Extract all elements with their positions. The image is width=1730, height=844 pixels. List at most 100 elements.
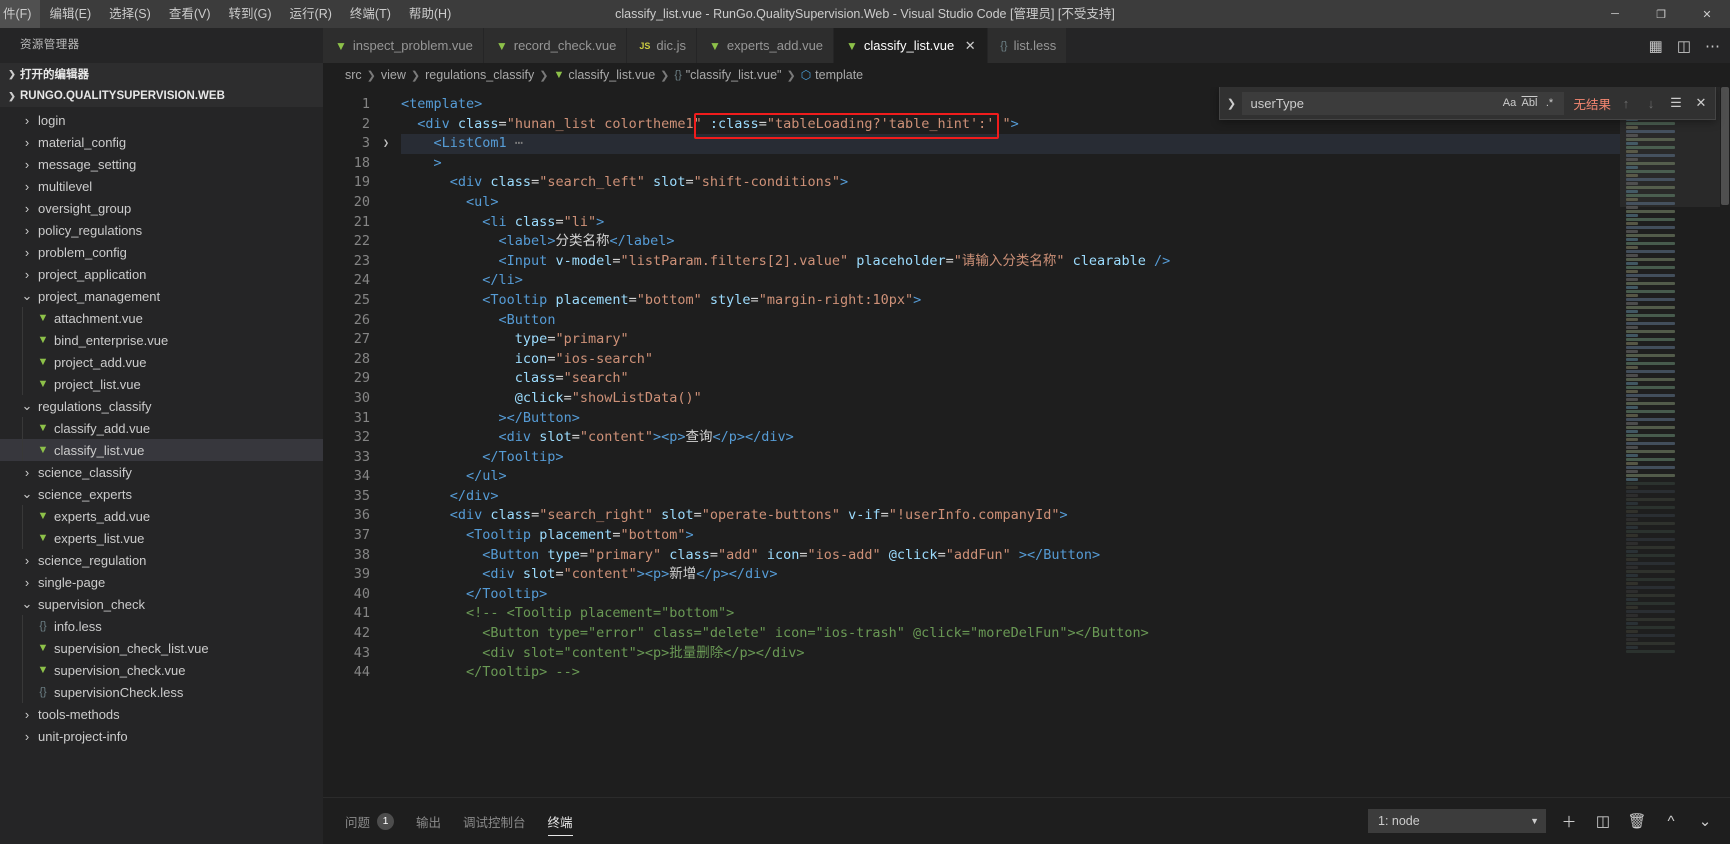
menu-item-4[interactable]: 转到(G) (219, 0, 280, 28)
tree-item-supervision-check[interactable]: ⌄ supervision_check (0, 593, 323, 615)
panel-tab-3[interactable]: 终端 (547, 804, 573, 839)
toggle-replace-icon[interactable]: ❯ (1220, 87, 1242, 120)
tree-item-message-setting[interactable]: › message_setting (0, 153, 323, 175)
breadcrumb-item-1[interactable]: view (381, 68, 406, 82)
tree-item-experts-list-vue[interactable]: ▼ experts_list.vue (0, 527, 323, 549)
tree-item-project-management[interactable]: ⌄ project_management (0, 285, 323, 307)
close-tab-icon[interactable]: ✕ (963, 38, 977, 54)
close-find-button[interactable]: ✕ (1691, 93, 1711, 113)
code-line[interactable]: </Tooltip> --> (401, 663, 1620, 683)
tree-item-bind-enterprise-vue[interactable]: ▼ bind_enterprise.vue (0, 329, 323, 351)
code-line[interactable]: <li class="li"> (401, 213, 1620, 233)
maximize-panel-button[interactable]: ^ (1660, 810, 1682, 832)
panel-tab-0[interactable]: 问题 1 (345, 804, 395, 839)
close-panel-button[interactable]: ⌄ (1694, 810, 1716, 832)
code-line[interactable]: <!-- <Tooltip placement="bottom"> (401, 604, 1620, 624)
tree-item-science-experts[interactable]: ⌄ science_experts (0, 483, 323, 505)
code-line[interactable]: <div slot="content"><p>新增</p></div> (401, 565, 1620, 585)
code-line[interactable]: icon="ios-search" (401, 350, 1620, 370)
editor-scrollbar[interactable] (1720, 87, 1730, 797)
split-terminal-button[interactable]: ◫ (1592, 810, 1614, 832)
breadcrumb-item-0[interactable]: src (345, 68, 362, 82)
tree-item-project-add-vue[interactable]: ▼ project_add.vue (0, 351, 323, 373)
tree-item-unit-project-info[interactable]: › unit-project-info (0, 725, 323, 747)
editor-tab-list-less[interactable]: {} list.less (988, 28, 1068, 63)
code-editor[interactable]: 1 2 3 ❯ 18 19 20 21 22 23 24 25 26 27 28 29 30 31 32 33 34 35… (323, 87, 1730, 797)
code-line[interactable]: ></Button> (401, 409, 1620, 429)
menu-item-6[interactable]: 终端(T) (341, 0, 400, 28)
editor-tab-record-check-vue[interactable]: ▼ record_check.vue (483, 28, 628, 63)
menu-item-7[interactable]: 帮助(H) (400, 0, 460, 28)
more-actions-icon[interactable]: ⋯ (1705, 37, 1720, 55)
split-layout-icon[interactable]: ▦ (1649, 37, 1663, 55)
code-line[interactable]: </Tooltip> (401, 585, 1620, 605)
menu-item-5[interactable]: 运行(R) (281, 0, 341, 28)
code-line[interactable]: <Input v-model="listParam.filters[2].val… (401, 252, 1620, 272)
tree-item-attachment-vue[interactable]: ▼ attachment.vue (0, 307, 323, 329)
tree-item-science-classify[interactable]: › science_classify (0, 461, 323, 483)
code-line[interactable]: <div class="search_right" slot="operate-… (401, 506, 1620, 526)
code-line[interactable]: <ListCom1 ⋯ (379, 134, 1620, 154)
breadcrumb-item-2[interactable]: regulations_classify (425, 68, 534, 82)
tree-item-classify-list-vue[interactable]: ▼ classify_list.vue (0, 439, 323, 461)
code-line[interactable]: <div slot="content"><p>查询</p></div> (401, 428, 1620, 448)
tree-item-single-page[interactable]: › single-page (0, 571, 323, 593)
editor-tab-dic-js[interactable]: JS dic.js (627, 28, 698, 63)
maximize-button[interactable]: ❐ (1638, 0, 1684, 28)
code-line[interactable]: </ul> (401, 467, 1620, 487)
minimize-button[interactable]: ─ (1592, 0, 1638, 28)
menu-item-0[interactable]: 件(F) (0, 0, 41, 28)
open-editors-section[interactable]: ❯ 打开的编辑器 (0, 63, 323, 85)
panel-tab-2[interactable]: 调试控制台 (463, 804, 526, 839)
find-input-container[interactable]: Aa Abl .* (1242, 91, 1565, 115)
code-line[interactable]: <label>分类名称</label> (401, 232, 1620, 252)
tree-item-supervision-check-vue[interactable]: ▼ supervision_check.vue (0, 659, 323, 681)
menu-item-2[interactable]: 选择(S) (100, 0, 160, 28)
code-line[interactable]: <Button (401, 311, 1620, 331)
code-line[interactable]: <ul> (401, 193, 1620, 213)
editor-tab-experts-add-vue[interactable]: ▼ experts_add.vue (697, 28, 835, 63)
tree-item-science-regulation[interactable]: › science_regulation (0, 549, 323, 571)
code-line[interactable]: <Tooltip placement="bottom"> (401, 526, 1620, 546)
find-previous-button[interactable]: ↑ (1616, 93, 1636, 113)
code-line[interactable]: <Button type="primary" class="add" icon=… (401, 546, 1620, 566)
find-in-selection-icon[interactable]: ☰ (1666, 93, 1686, 113)
tree-item-multilevel[interactable]: › multilevel (0, 175, 323, 197)
code-line[interactable]: class="search" (401, 369, 1620, 389)
whole-word-icon[interactable]: Abl (1519, 93, 1539, 113)
code-line[interactable]: <div class="search_left" slot="shift-con… (401, 173, 1620, 193)
tree-item-supervision-check-list-vue[interactable]: ▼ supervision_check_list.vue (0, 637, 323, 659)
tree-item-experts-add-vue[interactable]: ▼ experts_add.vue (0, 505, 323, 527)
tree-item-project-application[interactable]: › project_application (0, 263, 323, 285)
code-line[interactable]: <div slot="content"><p>批量删除</p></div> (401, 644, 1620, 664)
menu-item-3[interactable]: 查看(V) (160, 0, 220, 28)
code-line[interactable]: type="primary" (401, 330, 1620, 350)
tree-item-login[interactable]: › login (0, 109, 323, 131)
match-case-icon[interactable]: Aa (1499, 93, 1519, 113)
kill-terminal-button[interactable]: 🗑 (1626, 810, 1648, 832)
editor-tab-classify-list-vue[interactable]: ▼ classify_list.vue ✕ (834, 28, 989, 63)
split-editor-icon[interactable]: ◫ (1677, 37, 1691, 55)
tree-item-problem-config[interactable]: › problem_config (0, 241, 323, 263)
terminal-select[interactable]: 1: node ▼ (1368, 809, 1546, 833)
code-line[interactable]: > (401, 154, 1620, 174)
tree-item-material-config[interactable]: › material_config (0, 131, 323, 153)
breadcrumb-item-5[interactable]: ⬡ template (801, 68, 863, 82)
editor-tab-inspect-problem-vue[interactable]: ▼ inspect_problem.vue (323, 28, 484, 63)
regex-icon[interactable]: .* (1539, 93, 1559, 113)
code-line[interactable]: </li> (401, 271, 1620, 291)
tree-item-info-less[interactable]: {} info.less (0, 615, 323, 637)
tree-item-supervisioncheck-less[interactable]: {} supervisionCheck.less (0, 681, 323, 703)
code-line[interactable]: <Tooltip placement="bottom" style="margi… (401, 291, 1620, 311)
scrollbar-thumb[interactable] (1721, 87, 1729, 205)
code-line[interactable]: @click="showListData()" (401, 389, 1620, 409)
breadcrumb-item-3[interactable]: ▼ classify_list.vue (553, 68, 655, 82)
menu-item-1[interactable]: 编辑(E) (40, 0, 100, 28)
tree-item-regulations-classify[interactable]: ⌄ regulations_classify (0, 395, 323, 417)
code-line[interactable]: </div> (401, 487, 1620, 507)
tree-item-policy-regulations[interactable]: › policy_regulations (0, 219, 323, 241)
tree-item-project-list-vue[interactable]: ▼ project_list.vue (0, 373, 323, 395)
tree-item-classify-add-vue[interactable]: ▼ classify_add.vue (0, 417, 323, 439)
panel-tab-1[interactable]: 输出 (416, 804, 441, 839)
new-terminal-button[interactable]: ＋ (1558, 810, 1580, 832)
